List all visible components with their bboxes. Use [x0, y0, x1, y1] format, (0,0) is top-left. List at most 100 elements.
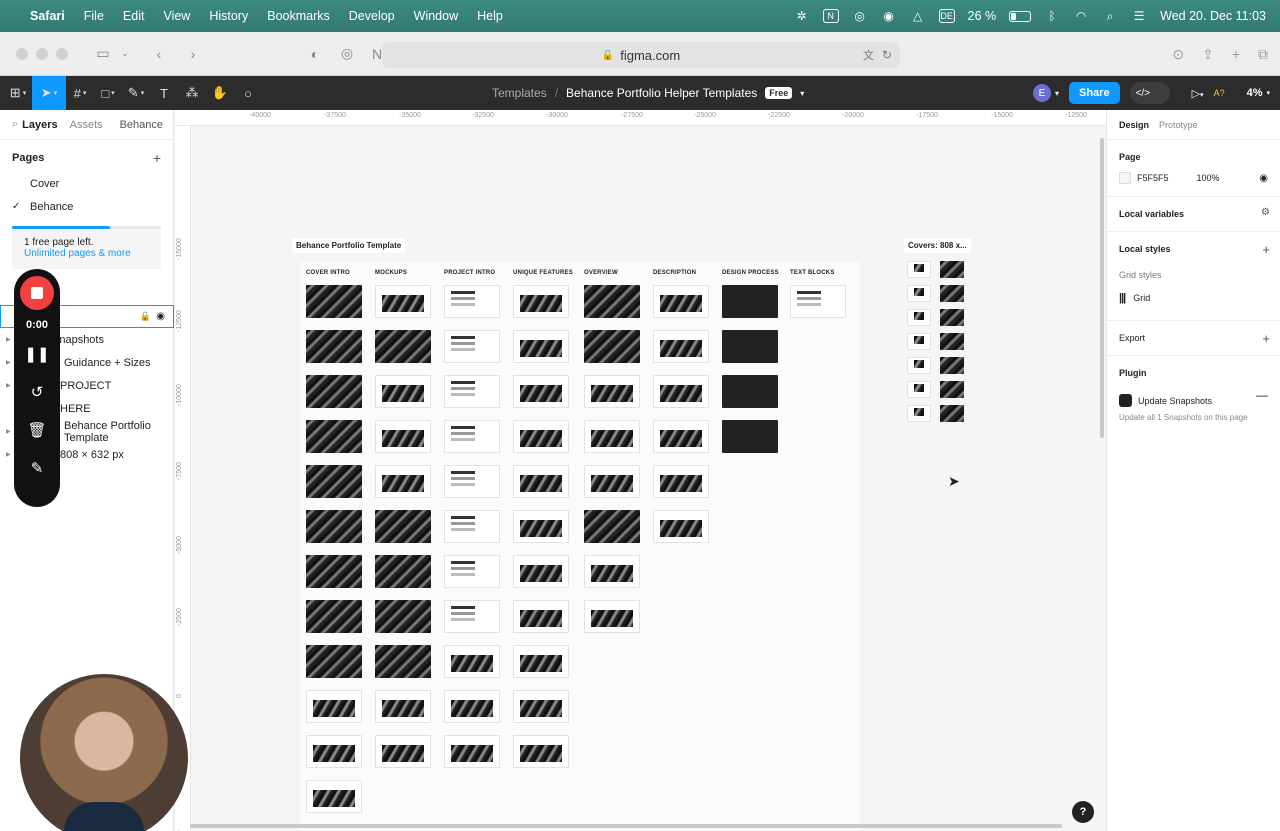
template-thumbnail[interactable] — [375, 285, 431, 318]
clock[interactable]: Wed 20. Dec 11:03 — [1160, 9, 1266, 23]
bluetooth-icon[interactable]: ᛒ — [1044, 9, 1060, 23]
template-thumbnail[interactable] — [306, 285, 362, 318]
covers-frame-title[interactable]: Covers: 808 x... — [904, 238, 971, 253]
chevron-down-icon[interactable]: ▾ — [1055, 89, 1059, 98]
caret-right-icon[interactable]: ▶ — [6, 359, 11, 366]
cover-thumbnail[interactable] — [940, 405, 964, 422]
page-fill-row[interactable]: F5F5F5 100% ◉ — [1119, 172, 1268, 184]
menu-view[interactable]: View — [163, 9, 190, 23]
template-thumbnail[interactable] — [306, 555, 362, 588]
avatar[interactable]: E — [1032, 84, 1051, 102]
help-icon[interactable]: ? — [1072, 801, 1094, 823]
battery-icon[interactable] — [1009, 10, 1032, 22]
breadcrumb-templates[interactable]: Templates — [492, 86, 547, 100]
template-thumbnail[interactable] — [444, 510, 500, 543]
draw-icon[interactable]: ✎ — [31, 459, 44, 483]
tab-layers[interactable]: Layers — [22, 119, 57, 131]
cover-thumbnail[interactable] — [940, 381, 964, 398]
minimize-window-button[interactable] — [36, 47, 48, 60]
sidebar-icon[interactable]: ▭ — [94, 45, 112, 62]
dev-mode-toggle[interactable]: </> — [1129, 82, 1170, 104]
template-thumbnail[interactable] — [722, 285, 778, 318]
template-thumbnail[interactable] — [444, 330, 500, 363]
lock-icon[interactable]: 🔒 — [140, 311, 151, 322]
template-thumbnail[interactable] — [653, 285, 709, 318]
adjust-icon[interactable]: ⚙ — [1261, 207, 1270, 218]
shield-icon[interactable]: ◐ — [306, 46, 324, 62]
template-thumbnail[interactable] — [375, 735, 431, 768]
menu-develop[interactable]: Develop — [349, 9, 395, 23]
present-icon[interactable]: ▷▾ — [1192, 87, 1204, 100]
template-thumbnail[interactable] — [513, 555, 569, 588]
caret-right-icon[interactable]: ▶ — [6, 382, 11, 389]
search-icon[interactable]: ⌕ — [12, 118, 18, 131]
template-thumbnail[interactable] — [513, 645, 569, 678]
hand-tool-icon[interactable]: ✋ — [206, 76, 234, 110]
template-thumbnail[interactable] — [306, 375, 362, 408]
download-icon[interactable]: ⊙ — [1172, 46, 1184, 63]
file-name[interactable]: Behance Portfolio Helper Templates — [566, 86, 757, 100]
page-item-cover[interactable]: Cover — [0, 172, 173, 195]
template-thumbnail[interactable] — [513, 330, 569, 363]
chevron-down-icon[interactable]: ▾ — [1266, 89, 1270, 97]
template-thumbnail[interactable] — [513, 375, 569, 408]
template-thumbnail[interactable] — [306, 645, 362, 678]
page-opacity-value[interactable]: 100% — [1197, 173, 1220, 183]
wifi-icon[interactable]: ◠ — [1073, 9, 1089, 23]
export-section[interactable]: Export + — [1107, 321, 1280, 356]
template-thumbnail[interactable] — [375, 465, 431, 498]
template-thumbnail[interactable] — [375, 690, 431, 723]
template-thumbnail[interactable] — [306, 735, 362, 768]
cover-thumbnail[interactable] — [940, 261, 964, 278]
template-thumbnail[interactable] — [444, 735, 500, 768]
template-thumbnail[interactable] — [722, 420, 778, 453]
tab-assets[interactable]: Assets — [70, 119, 103, 131]
resources-icon[interactable]: ⁂ — [178, 76, 206, 110]
caret-right-icon[interactable]: ▶ — [6, 451, 11, 458]
template-thumbnail[interactable] — [722, 330, 778, 363]
template-thumbnail[interactable] — [444, 555, 500, 588]
template-thumbnail[interactable] — [306, 420, 362, 453]
template-thumbnail[interactable] — [444, 375, 500, 408]
template-thumbnail[interactable] — [584, 510, 640, 543]
sync-icon[interactable]: ◎ — [852, 9, 868, 23]
template-thumbnail[interactable] — [375, 420, 431, 453]
share-button[interactable]: Share — [1069, 82, 1120, 104]
add-style-icon[interactable]: + — [1262, 242, 1270, 257]
cover-thumbnail[interactable] — [940, 309, 964, 326]
plugin-item[interactable]: Update Snapshots — [1119, 394, 1268, 407]
eye-icon[interactable]: ◉ — [156, 311, 165, 322]
cover-thumbnail[interactable] — [907, 381, 931, 398]
close-window-button[interactable] — [16, 47, 28, 60]
template-thumbnail[interactable] — [444, 285, 500, 318]
notion-icon[interactable]: N — [822, 9, 839, 23]
tab-prototype[interactable]: Prototype — [1159, 120, 1198, 130]
zoom-level[interactable]: 4% — [1247, 87, 1263, 99]
menu-edit[interactable]: Edit — [123, 9, 145, 23]
template-thumbnail[interactable] — [444, 645, 500, 678]
caret-right-icon[interactable]: ▶ — [6, 336, 11, 343]
template-thumbnail[interactable] — [306, 510, 362, 543]
template-thumbnail[interactable] — [584, 330, 640, 363]
template-thumbnail[interactable] — [375, 600, 431, 633]
template-thumbnail[interactable] — [444, 690, 500, 723]
template-thumbnail[interactable] — [513, 510, 569, 543]
zoom-window-button[interactable] — [56, 47, 68, 60]
page-color-value[interactable]: F5F5F5 — [1137, 173, 1169, 183]
eye-icon[interactable]: ◉ — [1259, 173, 1268, 184]
cover-thumbnail[interactable] — [907, 333, 931, 350]
add-page-icon[interactable]: + — [153, 150, 161, 166]
template-thumbnail[interactable] — [306, 780, 362, 813]
template-thumbnail[interactable] — [513, 600, 569, 633]
remove-plugin-icon[interactable]: — — [1256, 388, 1268, 402]
pen-tool-icon[interactable]: ✎ ▾ — [122, 76, 150, 110]
translate-icon[interactable]: 文 — [863, 47, 874, 63]
template-thumbnail[interactable] — [513, 690, 569, 723]
template-thumbnail[interactable] — [375, 645, 431, 678]
template-thumbnail[interactable] — [306, 600, 362, 633]
template-thumbnail[interactable] — [375, 375, 431, 408]
template-thumbnail[interactable] — [584, 285, 640, 318]
add-export-icon[interactable]: + — [1262, 331, 1270, 346]
main-menu-icon[interactable]: ⊞ ▾ — [4, 76, 32, 110]
input-source[interactable]: DE — [938, 9, 955, 23]
